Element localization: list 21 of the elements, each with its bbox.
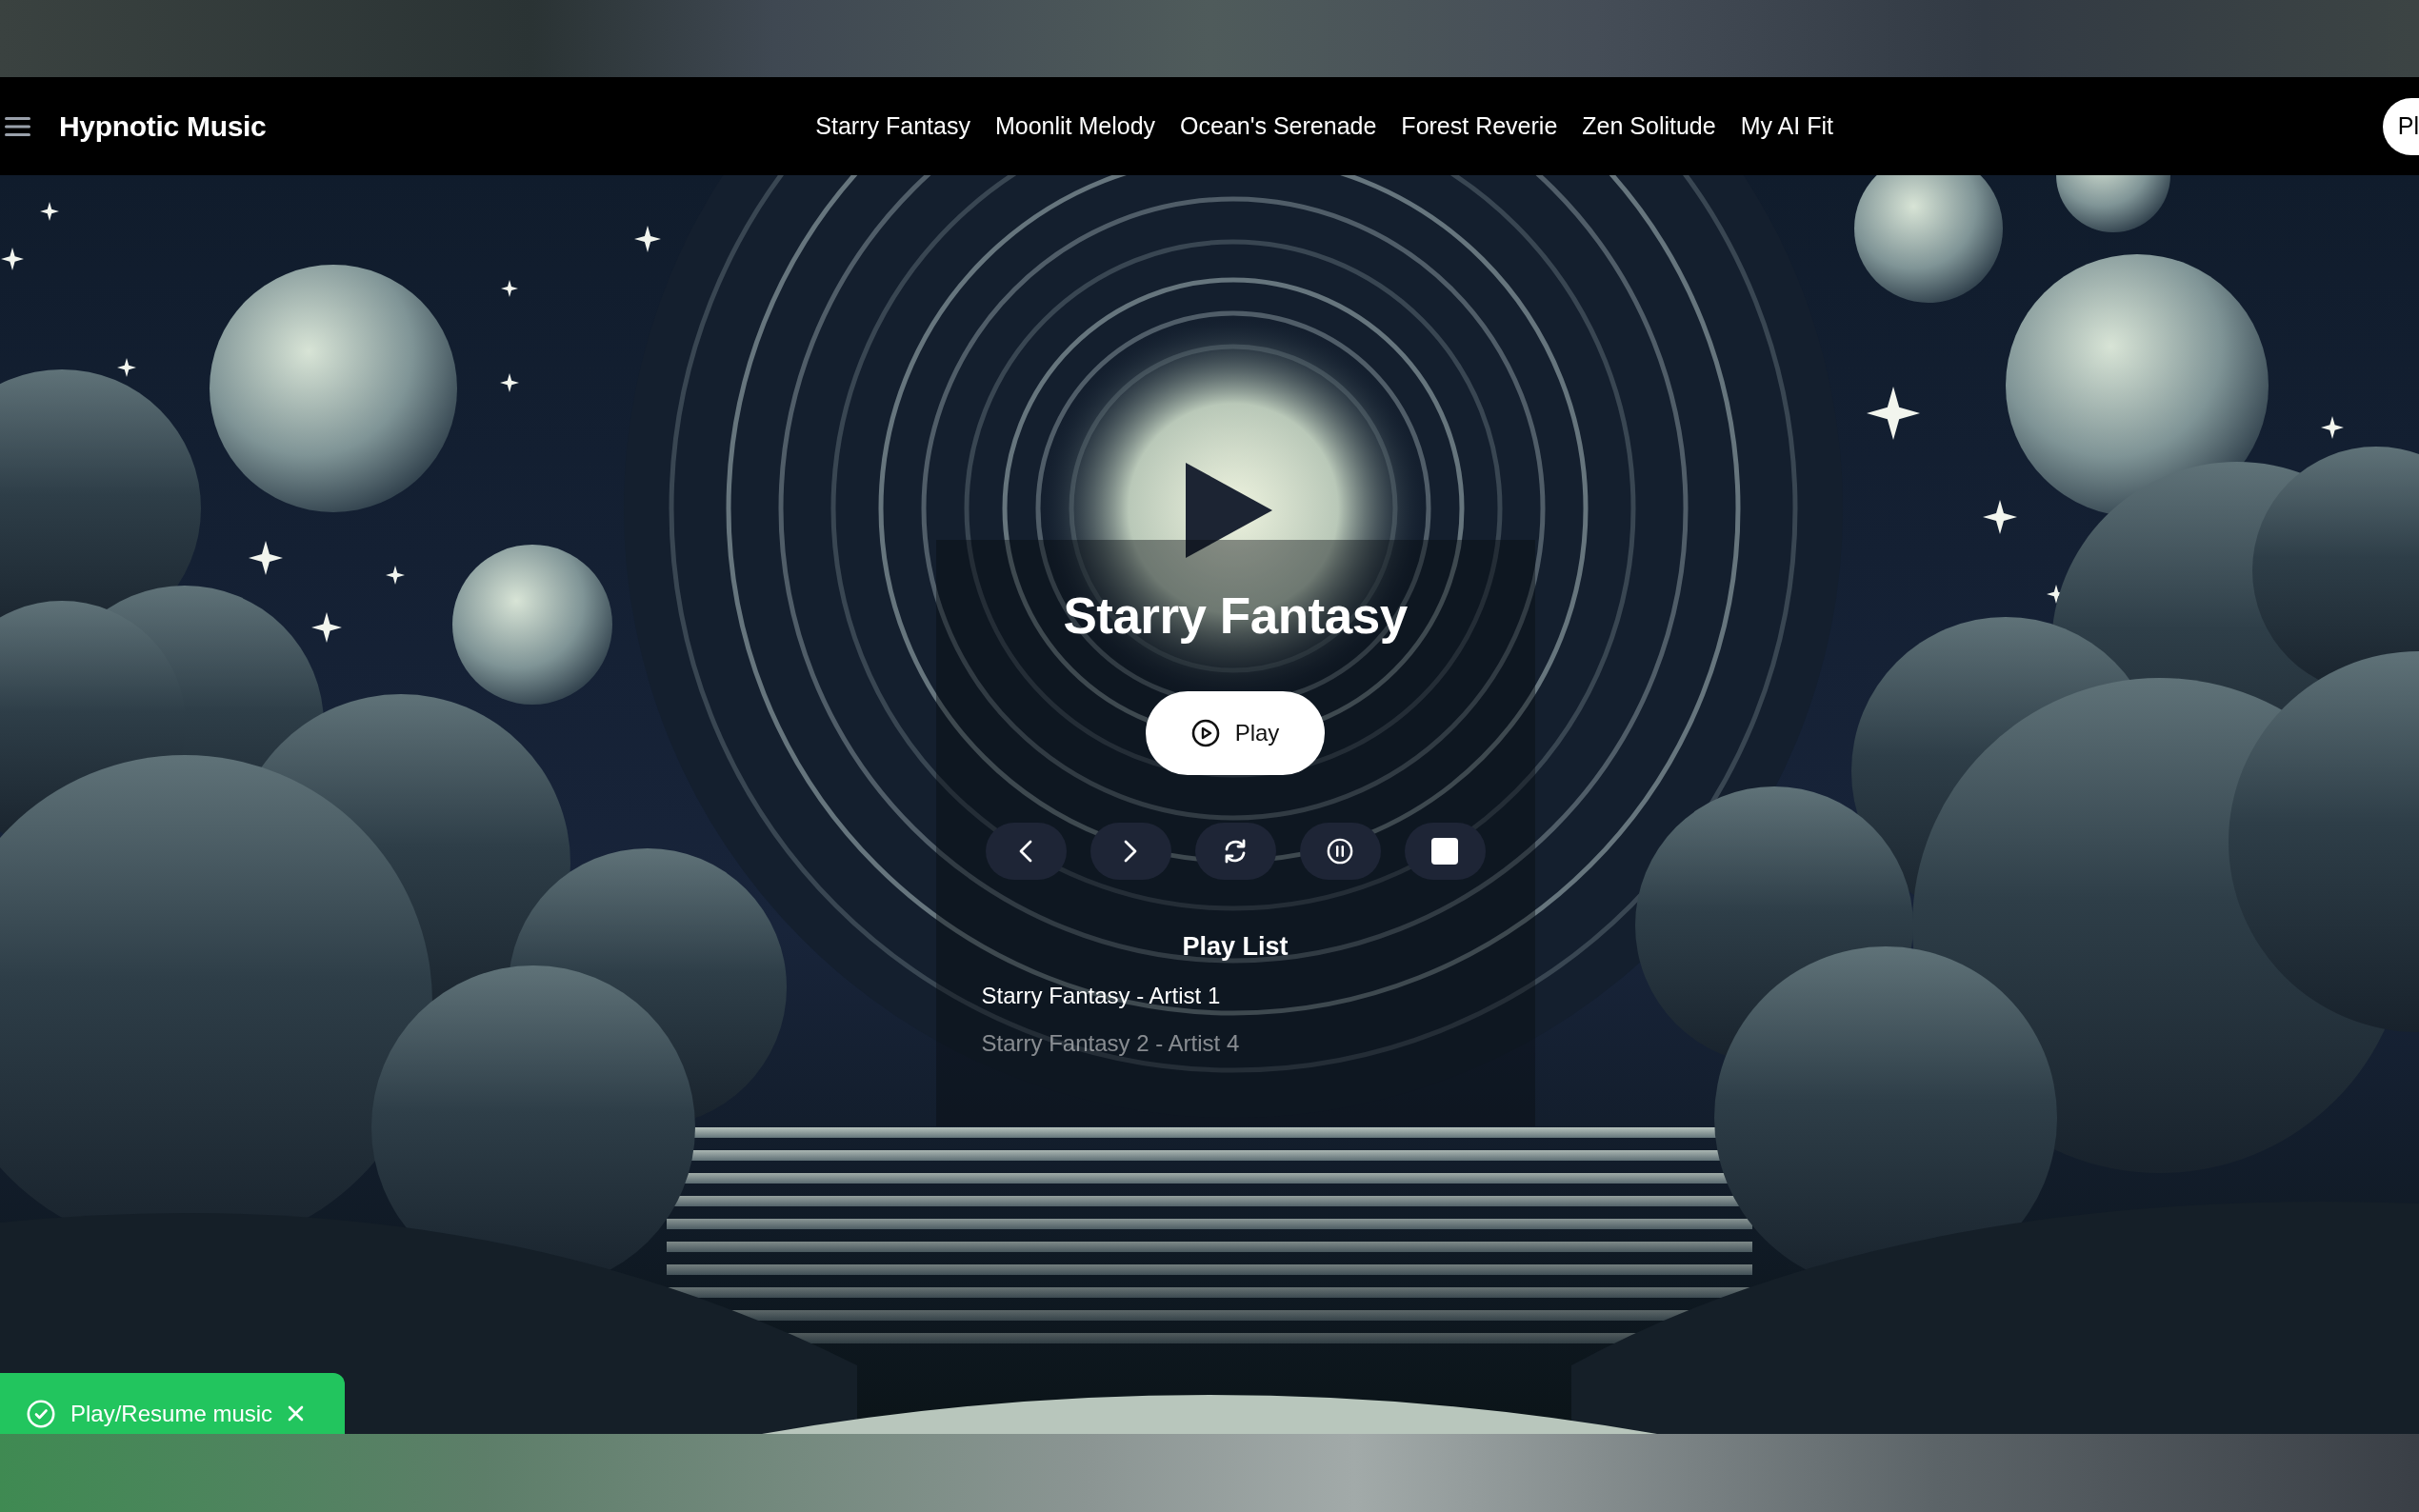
nav-link[interactable]: Forest Reverie — [1401, 112, 1558, 140]
track-title: Starry Fantasy — [1063, 587, 1408, 646]
playlist-title: Play List — [1182, 931, 1289, 963]
chevron-left-icon — [1019, 840, 1032, 863]
nav-link[interactable]: Ocean's Serenade — [1180, 112, 1377, 140]
chevron-right-icon — [1124, 840, 1137, 863]
play-circle-icon — [1190, 719, 1220, 747]
play-button[interactable]: Play — [1145, 691, 1326, 775]
nav-button[interactable]: Pl — [2382, 97, 2419, 155]
nav-link[interactable]: Moonlit Melody — [994, 112, 1156, 140]
nav-link[interactable]: My AI Fit — [1740, 112, 1833, 140]
playlist-item[interactable]: Starry Fantasy 2 - Artist 4 — [981, 1026, 1240, 1061]
playlist-item[interactable]: Starry Fantasy - Artist 1 — [981, 979, 1221, 1013]
stop-icon — [1431, 838, 1458, 865]
nav-link[interactable]: Zen Solitude — [1582, 112, 1716, 140]
pause-icon — [1327, 838, 1353, 865]
menu-icon[interactable] — [5, 116, 30, 136]
check-circle-icon — [27, 1400, 55, 1428]
toast-message: Play/Resume music — [70, 1400, 273, 1428]
nav-link[interactable]: Starry Fantasy — [815, 112, 970, 140]
brand-title: Hypnotic Music — [59, 109, 267, 143]
